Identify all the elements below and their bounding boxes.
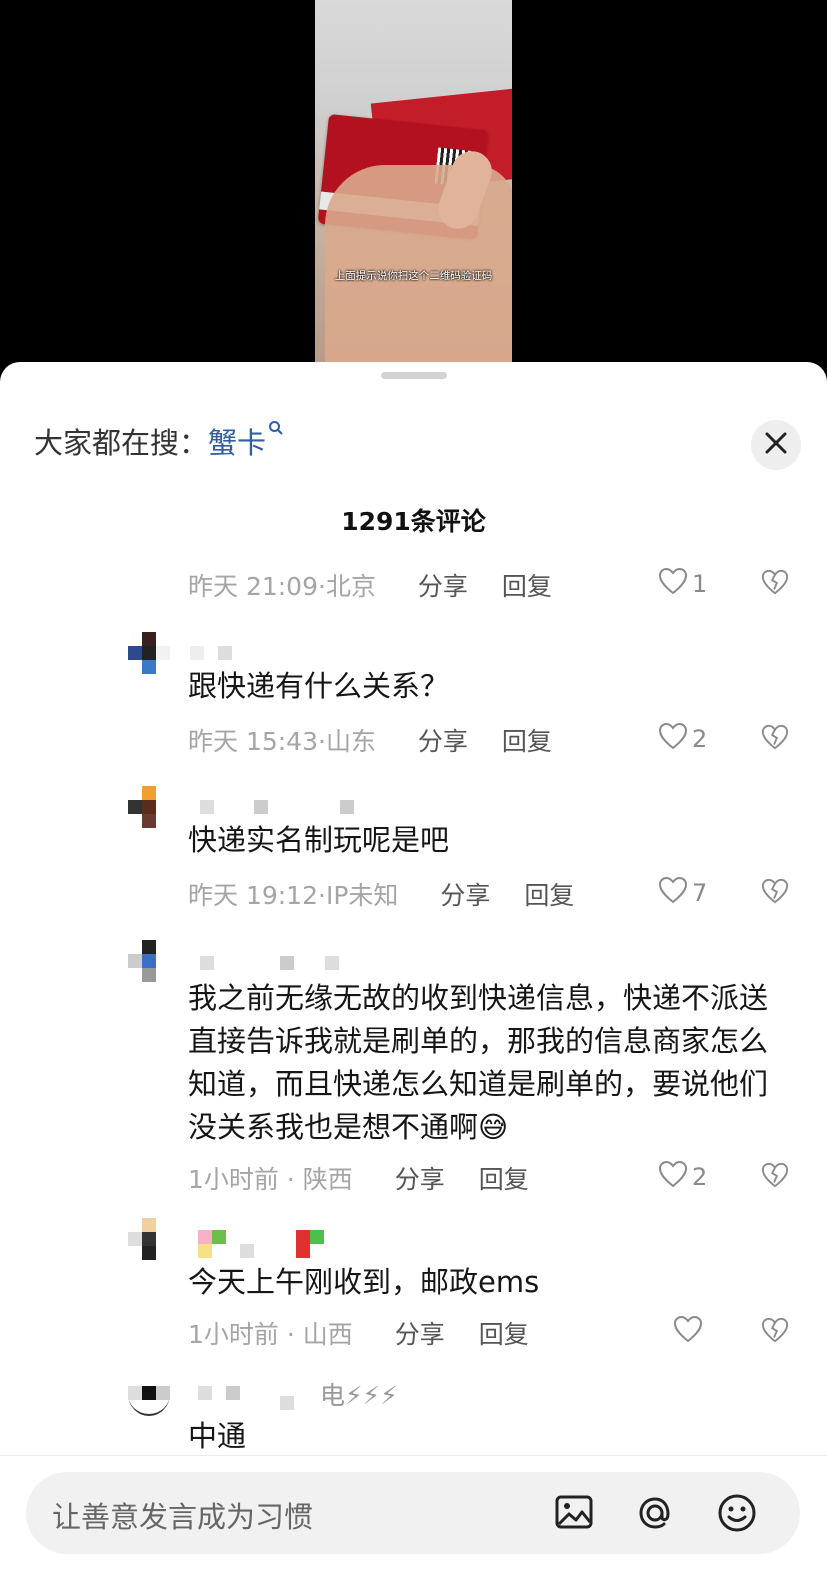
reply-button[interactable]: 回复 [479, 1320, 529, 1349]
heart-icon [658, 876, 692, 910]
username-blurred[interactable] [190, 646, 250, 664]
like-count: 2 [692, 725, 708, 753]
search-icon [268, 420, 284, 441]
comment-meta: 1小时前 · 山西 分享 回复 [188, 1315, 529, 1351]
reply-button[interactable]: 回复 [524, 881, 574, 910]
broken-heart-icon [761, 1317, 789, 1348]
meta-separator: · [318, 572, 326, 601]
heart-icon [658, 1160, 692, 1194]
username-blurred[interactable] [190, 954, 420, 972]
username-suffix: 电⚡⚡⚡ [320, 1381, 398, 1410]
comment-meta: 昨天 21:09·北京 分享 回复 [188, 567, 552, 603]
like-count: 1 [692, 570, 708, 598]
share-button[interactable]: 分享 [395, 1320, 445, 1349]
comment-text: 跟快递有什么关系？ [188, 669, 450, 703]
username-blurred[interactable]: 电⚡⚡⚡ [190, 1376, 490, 1410]
like-count: 2 [692, 1163, 708, 1191]
like-count: 7 [692, 879, 708, 907]
trending-search-keyword[interactable]: 蟹卡 [208, 426, 266, 460]
broken-heart-icon [761, 878, 789, 909]
reply-button[interactable]: 回复 [502, 727, 552, 756]
dislike-button[interactable] [761, 1316, 789, 1348]
avatar[interactable] [128, 786, 170, 828]
comment-meta: 1小时前 · 陕西 分享 回复 [188, 1160, 529, 1196]
heart-icon [658, 567, 692, 601]
meta-separator: · [318, 727, 326, 756]
image-icon[interactable] [554, 1492, 594, 1536]
comment-meta: 昨天 15:43·山东 分享 回复 [188, 722, 552, 758]
comment-time: 昨天 19:12 [188, 881, 318, 910]
avatar[interactable] [128, 1372, 170, 1416]
comment-location: 北京 [325, 572, 376, 601]
avatar[interactable] [128, 632, 170, 674]
reply-button[interactable]: 回复 [502, 572, 552, 601]
share-button[interactable]: 分享 [395, 1165, 445, 1194]
emoji-icon[interactable] [716, 1492, 758, 1538]
comment-time: 昨天 15:43 [188, 727, 318, 756]
comment-time: 1小时前 [188, 1320, 279, 1349]
avatar[interactable] [128, 940, 170, 982]
avatar[interactable] [128, 1218, 170, 1260]
broken-heart-icon [761, 1162, 789, 1193]
dislike-button[interactable] [761, 723, 789, 755]
comments-sheet: 大家都在搜：蟹卡 1291条评论 昨天 21:09·北京 分享 回复 1 跟快递… [0, 362, 827, 1594]
comment-location: 山西 [302, 1320, 353, 1349]
username-blurred[interactable] [190, 800, 450, 818]
meta-separator: · [278, 1320, 303, 1349]
comment-input-bar: 让善意发言成为习惯 [0, 1455, 827, 1594]
share-button[interactable]: 分享 [418, 727, 468, 756]
close-button[interactable] [751, 420, 801, 470]
share-button[interactable]: 分享 [418, 572, 468, 601]
comment-text: 今天上午刚收到，邮政ems [188, 1265, 540, 1299]
trending-search[interactable]: 大家都在搜：蟹卡 [34, 420, 284, 462]
like-button[interactable]: 1 [658, 567, 707, 601]
close-icon [764, 431, 788, 459]
dislike-button[interactable] [761, 568, 789, 600]
meta-separator: · [318, 881, 326, 910]
comment-text: 我之前无缘无故的收到快递信息，快递不派送直接告诉我就是刷单的，那我的信息商家怎么… [188, 981, 769, 1144]
like-button[interactable]: 2 [658, 1160, 707, 1194]
share-button[interactable]: 分享 [440, 881, 490, 910]
meta-separator: · [278, 1165, 303, 1194]
comments-count: 1291条评论 [341, 507, 486, 536]
heart-icon [658, 722, 692, 756]
comment-time: 1小时前 [188, 1165, 279, 1194]
broken-heart-icon [761, 569, 789, 600]
broken-heart-icon [761, 724, 789, 755]
comment-time: 昨天 21:09 [188, 572, 318, 601]
username-blurred[interactable] [190, 1230, 330, 1258]
drag-handle[interactable] [381, 372, 447, 379]
reply-button[interactable]: 回复 [479, 1165, 529, 1194]
comment-location: 山东 [325, 727, 376, 756]
comment-location: 陕西 [302, 1165, 353, 1194]
like-button[interactable]: 7 [658, 876, 707, 910]
dislike-button[interactable] [761, 877, 789, 909]
like-button[interactable]: 2 [658, 722, 707, 756]
comment-location: IP未知 [325, 881, 399, 910]
comment-input[interactable]: 让善意发言成为习惯 [26, 1472, 800, 1554]
at-icon[interactable] [634, 1492, 676, 1538]
comment-input-placeholder: 让善意发言成为习惯 [52, 1500, 314, 1534]
video-caption: 上面提示说你扫这个二维码验证码 [334, 270, 493, 282]
trending-search-prefix: 大家都在搜： [34, 426, 209, 460]
heart-icon [673, 1315, 707, 1349]
dislike-button[interactable] [761, 1161, 789, 1193]
comment-text: 快递实名制玩呢是吧 [188, 823, 450, 857]
comment-text: 中通 [188, 1419, 247, 1453]
comment-meta: 昨天 19:12·IP未知 分享 回复 [188, 876, 574, 912]
like-button[interactable] [673, 1315, 707, 1349]
video-frame[interactable]: 上面提示说你扫这个二维码验证码 [315, 0, 512, 362]
